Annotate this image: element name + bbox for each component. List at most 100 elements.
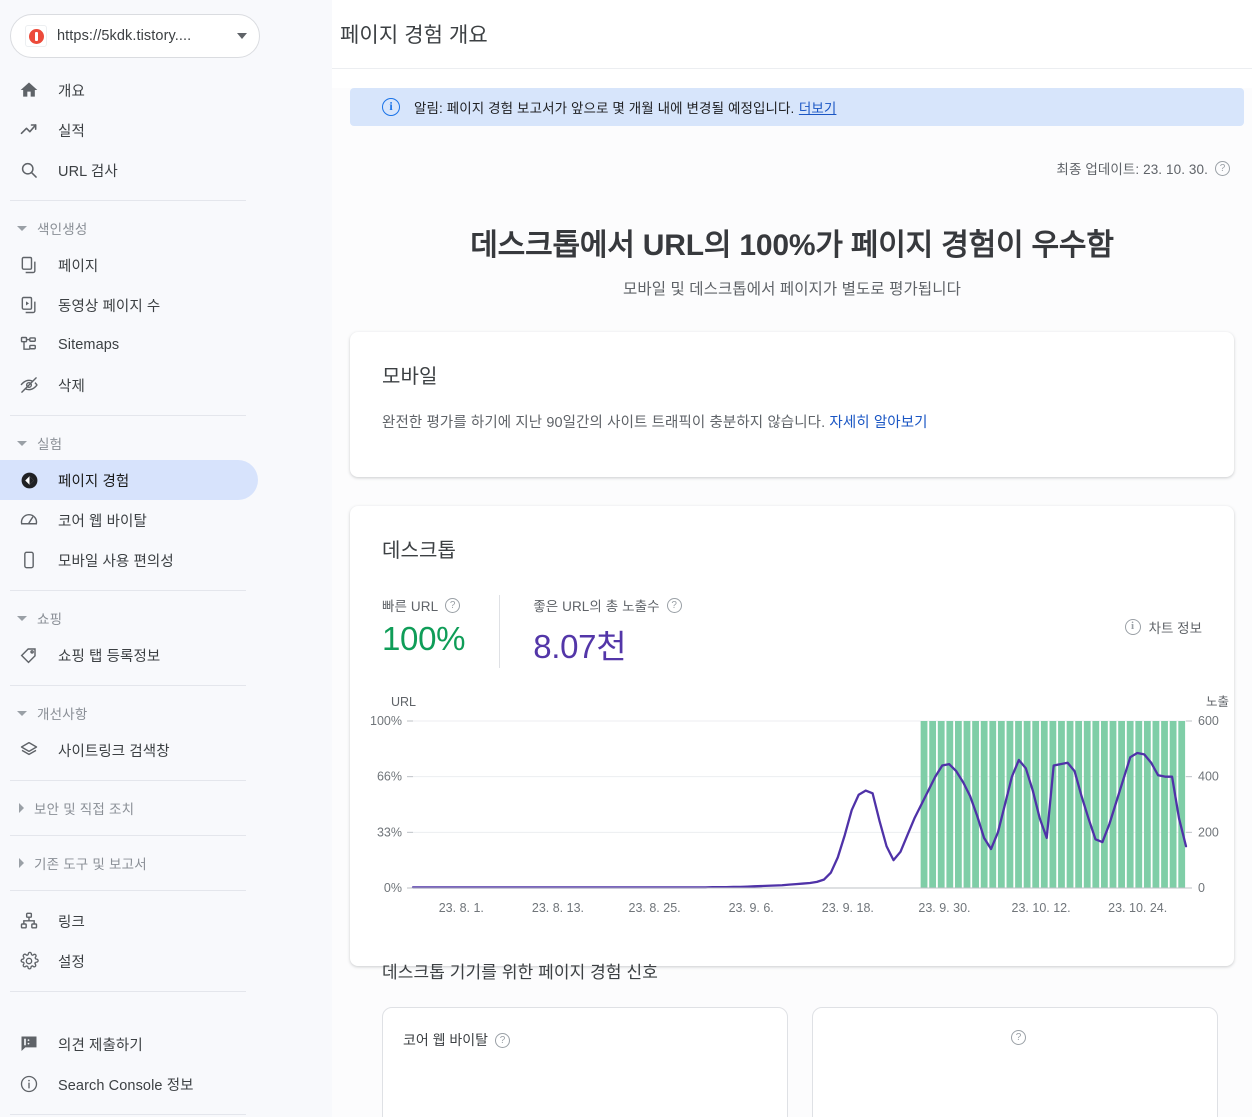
sidebar-item-about-search-console[interactable]: Search Console 정보	[0, 1064, 258, 1104]
sidebar-group-legacy-tools[interactable]: 기존 도구 및 보고서	[0, 846, 246, 880]
svg-text:23. 8. 25.: 23. 8. 25.	[629, 901, 681, 915]
chevron-down-icon	[17, 710, 27, 716]
metric-label: 빠른 URL	[382, 599, 439, 614]
divider	[10, 890, 246, 891]
signal-card-core-web-vitals[interactable]: 코어 웹 바이탈 ?	[382, 1007, 788, 1117]
property-selector[interactable]: https://5kdk.tistory....	[10, 14, 260, 58]
signal-card-header: ?	[833, 1030, 1197, 1045]
page-experience-icon	[18, 469, 40, 491]
sidebar-item-label: Sitemaps	[58, 337, 120, 353]
svg-text:66%: 66%	[377, 770, 402, 784]
svg-text:200: 200	[1198, 825, 1219, 839]
summary-headline-block: 데스크톱에서 URL의 100%가 페이지 경험이 우수함 모바일 및 데스크톱…	[332, 220, 1252, 299]
sidebar-item-sitelinks-searchbox[interactable]: 사이트링크 검색창	[0, 730, 258, 770]
divider	[10, 415, 246, 416]
sidebar-group-label: 실험	[37, 437, 63, 452]
sidebar-item-mobile-usability[interactable]: 모바일 사용 편의성	[0, 540, 258, 580]
sidebar-group-security-manual-actions[interactable]: 보안 및 직접 조치	[0, 791, 246, 825]
notification-banner: i 알림: 페이지 경험 보고서가 앞으로 몇 개월 내에 변경될 예정입니다.…	[350, 88, 1244, 126]
svg-text:0%: 0%	[384, 881, 402, 895]
video-pages-icon	[18, 294, 40, 316]
sidebar-group-shopping[interactable]: 쇼핑	[0, 601, 246, 635]
sidebar-item-label: URL 검사	[58, 163, 118, 180]
help-circle-icon[interactable]: ?	[495, 1032, 511, 1048]
sidebar-item-video-pages[interactable]: 동영상 페이지 수	[0, 285, 258, 325]
sidebar-group-label: 개선사항	[37, 707, 88, 722]
search-icon	[18, 159, 40, 181]
links-icon	[18, 910, 40, 932]
help-circle-icon[interactable]: ?	[1011, 1030, 1026, 1045]
chart-info-button[interactable]: i 차트 정보	[1124, 595, 1202, 637]
sidebar-item-url-inspection[interactable]: URL 검사	[0, 150, 258, 190]
banner-message: 알림: 페이지 경험 보고서가 앞으로 몇 개월 내에 변경될 예정입니다.	[414, 100, 795, 116]
metric-good-url-impressions: 좋은 URL의 총 노출수 ? 8.07천	[499, 595, 716, 668]
help-circle-icon[interactable]: ?	[666, 597, 682, 613]
banner-learn-more-link[interactable]: 더보기	[799, 101, 837, 116]
mobile-card-text: 완전한 평가를 하기에 지난 90일간의 사이트 트래픽이 충분하지 않습니다.	[382, 415, 826, 431]
desktop-card-title: 데스크톱	[382, 540, 456, 562]
metric-label-row: 좋은 URL의 총 노출수 ?	[533, 595, 682, 615]
help-circle-icon[interactable]: ?	[1215, 160, 1230, 176]
sidebar-item-removals[interactable]: 삭제	[0, 365, 258, 405]
sidebar-item-overview[interactable]: 개요	[0, 70, 258, 110]
sidebar-group-indexing[interactable]: 색인생성	[0, 211, 246, 245]
metric-value: 100%	[382, 620, 466, 657]
help-circle-icon[interactable]: ?	[445, 597, 461, 613]
svg-text:노출: 노출	[1206, 695, 1229, 709]
sidebar-group-experiments[interactable]: 실험	[0, 426, 246, 460]
sidebar-item-performance[interactable]: 실적	[0, 110, 258, 150]
sidebar-item-settings[interactable]: 설정	[0, 941, 258, 981]
divider	[10, 780, 246, 781]
desktop-metrics: 빠른 URL ? 100% 좋은 URL의 총 노출수 ? 8.07천 i 차트…	[350, 595, 1234, 668]
sidebar-item-core-web-vitals[interactable]: 코어 웹 바이탈	[0, 500, 258, 540]
page-title: 페이지 경험 개요	[340, 24, 488, 47]
sidebar-item-label: 쇼핑 탭 등록정보	[58, 648, 161, 665]
summary-subtitle: 모바일 및 데스크톱에서 페이지가 별도로 평가됩니다	[623, 281, 961, 298]
sidebar-item-label: 링크	[58, 914, 85, 931]
chevron-right-icon	[19, 803, 24, 813]
chevron-down-icon	[17, 440, 27, 446]
signals-section-title: 데스크톱 기기를 위한 페이지 경험 신호	[382, 963, 658, 982]
divider	[10, 590, 246, 591]
trending-up-icon	[18, 119, 40, 141]
page-experience-chart[interactable]: URL 노출 0% 33% 66% 100% 0 200 400 600 23. 8. 1. 23. …	[350, 690, 1234, 930]
mobile-card-learn-more-link[interactable]: 자세히 알아보기	[829, 415, 927, 431]
sidebar-item-links[interactable]: 링크	[0, 901, 258, 941]
svg-text:100%: 100%	[370, 714, 402, 728]
mobile-card-description: 완전한 평가를 하기에 지난 90일간의 사이트 트래픽이 충분하지 않습니다.…	[382, 411, 1202, 432]
tag-icon	[18, 644, 40, 666]
sidebar-item-label: 페이지	[58, 258, 99, 275]
metric-label-row: 빠른 URL ?	[382, 595, 465, 615]
sidebar-item-label: 사이트링크 검색창	[58, 743, 170, 760]
chevron-right-icon	[19, 858, 24, 868]
sidebar-item-label: 실적	[58, 123, 85, 140]
sidebar-item-page-experience[interactable]: 페이지 경험	[0, 460, 258, 500]
sidebar: https://5kdk.tistory.... 개요 실적 URL 검사 색인…	[0, 0, 332, 1117]
signal-card-secondary[interactable]: ?	[812, 1007, 1218, 1117]
svg-text:23. 10. 24.: 23. 10. 24.	[1108, 901, 1167, 915]
signal-card-label: 코어 웹 바이탈	[403, 1032, 489, 1048]
divider	[10, 991, 246, 992]
sidebar-item-pages[interactable]: 페이지	[0, 245, 258, 285]
chevron-down-icon[interactable]	[237, 33, 247, 39]
sidebar-item-send-feedback[interactable]: 의견 제출하기	[0, 1024, 258, 1064]
sidebar-group-label: 색인생성	[37, 222, 88, 237]
sidebar-item-label: 삭제	[58, 378, 85, 395]
svg-text:0: 0	[1198, 881, 1205, 895]
sidebar-item-label: 의견 제출하기	[58, 1037, 143, 1054]
svg-text:23. 8. 1.: 23. 8. 1.	[439, 901, 484, 915]
chart-info-label: 차트 정보	[1148, 621, 1202, 636]
sidebar-item-sitemaps[interactable]: Sitemaps	[0, 325, 258, 365]
banner-text: 알림: 페이지 경험 보고서가 앞으로 몇 개월 내에 변경될 예정입니다. 더…	[414, 97, 836, 118]
svg-text:23. 9. 18.: 23. 9. 18.	[822, 901, 874, 915]
pages-icon	[18, 254, 40, 276]
mobile-icon	[18, 549, 40, 571]
home-icon	[18, 79, 40, 101]
chevron-down-icon	[17, 615, 27, 621]
page-experience-app: https://5kdk.tistory.... 개요 실적 URL 검사 색인…	[0, 0, 1252, 1117]
svg-text:600: 600	[1198, 714, 1219, 728]
sidebar-group-enhancements[interactable]: 개선사항	[0, 696, 246, 730]
metric-value: 8.07천	[533, 628, 627, 665]
sidebar-item-shopping-tab-listings[interactable]: 쇼핑 탭 등록정보	[0, 635, 258, 675]
info-circle-icon	[18, 1073, 40, 1095]
